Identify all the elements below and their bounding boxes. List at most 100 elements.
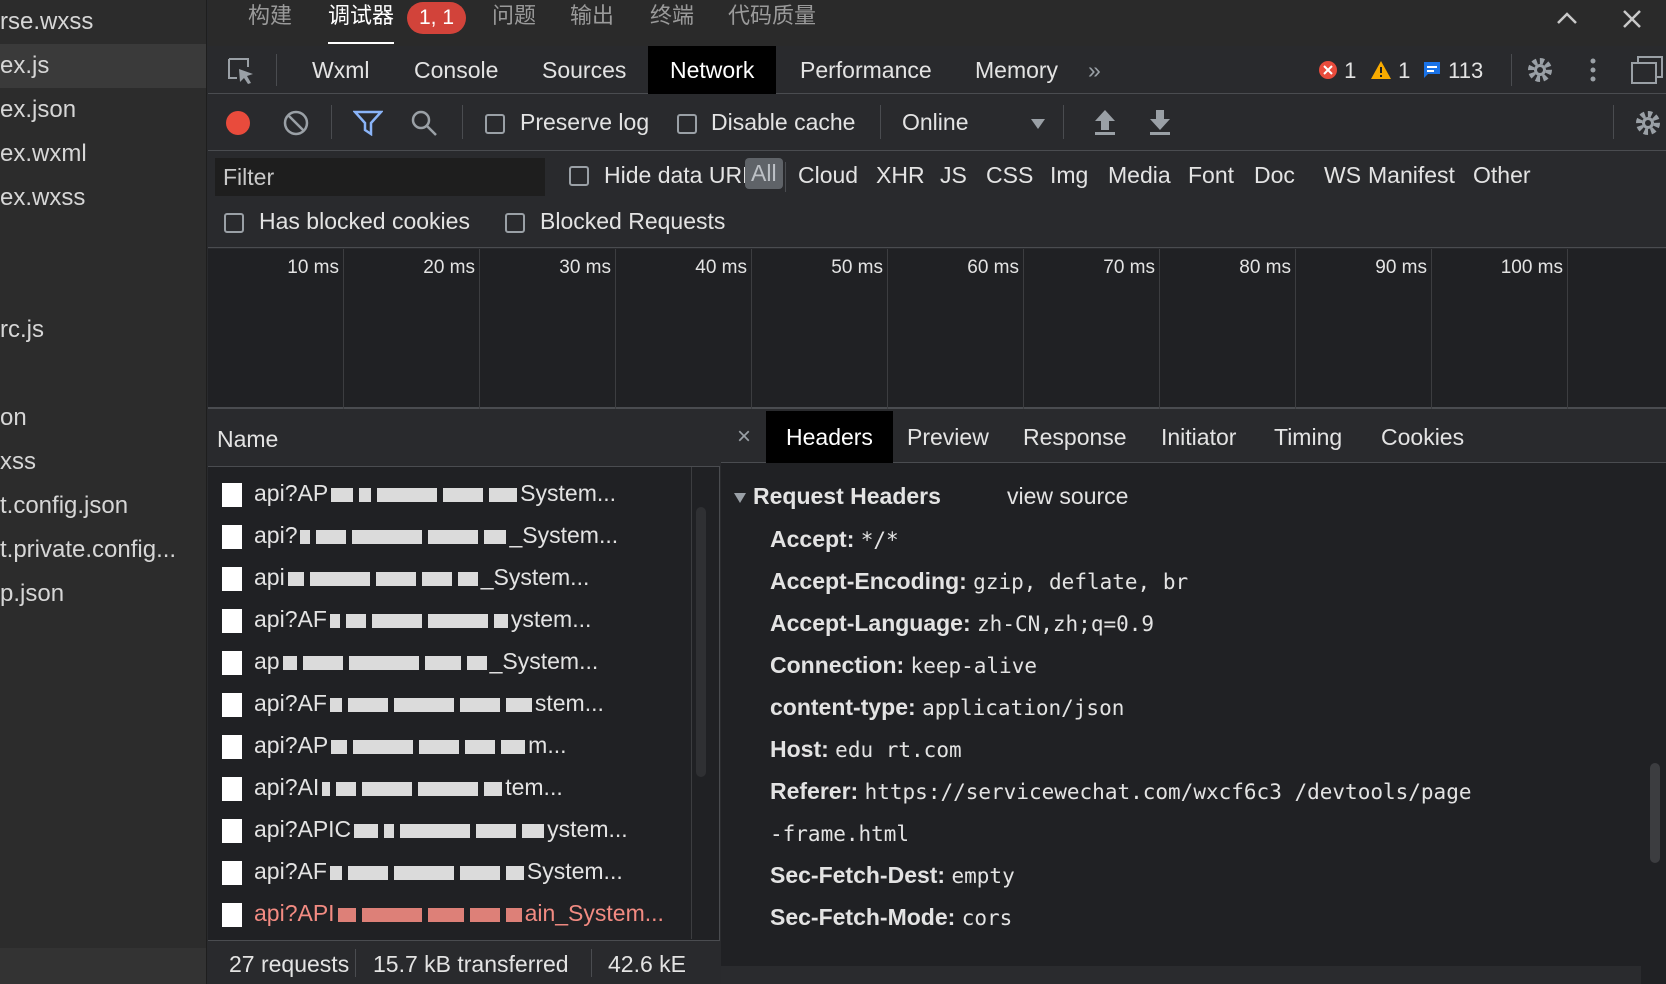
preserve-log-checkbox[interactable] (485, 114, 505, 134)
tab-network[interactable]: Network (648, 46, 777, 94)
warning-counter[interactable]: 1 (1370, 58, 1410, 84)
request-list-scrollbar[interactable] (691, 467, 713, 939)
tab-sources[interactable]: Sources (520, 46, 648, 94)
file-tree-item[interactable]: t.config.json (0, 484, 206, 528)
settings-gear-icon[interactable] (1524, 54, 1556, 91)
collapse-panel-icon[interactable] (1554, 6, 1580, 39)
file-tree-item[interactable]: rse.wxss (0, 0, 206, 44)
hide-data-urls-label[interactable]: Hide data URLs (604, 162, 766, 189)
has-blocked-cookies-checkbox[interactable] (224, 213, 244, 233)
tab-terminal[interactable]: 终端 (650, 0, 694, 46)
header-value[interactable]: gzip, deflate, br (973, 570, 1188, 594)
filter-type-cloud[interactable]: Cloud (798, 162, 858, 189)
tab-wxml[interactable]: Wxml (290, 46, 391, 94)
tab-console[interactable]: Console (392, 46, 520, 94)
tab-timing[interactable]: Timing (1254, 411, 1362, 463)
details-horizontal-scrollbar[interactable] (721, 966, 1641, 984)
file-tree-item[interactable]: on (0, 396, 206, 440)
file-tree-item[interactable]: t.private.config... (0, 528, 206, 572)
scrollbar-thumb[interactable] (1650, 763, 1660, 863)
request-row[interactable]: api _System... (208, 557, 688, 599)
filter-type-doc[interactable]: Doc (1254, 162, 1295, 189)
file-tree-item[interactable]: ex.json (0, 88, 206, 132)
blocked-requests-checkbox[interactable] (505, 213, 525, 233)
tab-preview[interactable]: Preview (887, 411, 1009, 463)
network-overview-timeline[interactable]: 10 ms 20 ms 30 ms 40 ms 50 ms 60 ms 70 ms 80 ms… (208, 249, 1666, 409)
file-tree-item[interactable]: xss (0, 440, 206, 484)
header-value[interactable]: application/json (922, 696, 1124, 720)
request-row[interactable]: api?API ain_System... (208, 893, 688, 935)
tab-headers[interactable]: Headers (766, 411, 893, 463)
file-tree-item[interactable]: ex.js (0, 44, 206, 88)
search-icon[interactable] (410, 109, 438, 142)
request-row[interactable]: api?APIC ystem... (208, 809, 688, 851)
filter-type-js[interactable]: JS (940, 162, 967, 189)
filter-type-all[interactable]: All (745, 158, 783, 189)
close-panel-icon[interactable] (1619, 6, 1645, 39)
header-value[interactable]: zh-CN,zh;q=0.9 (977, 612, 1154, 636)
message-counter[interactable]: 113 (1422, 58, 1483, 84)
filter-type-media[interactable]: Media (1108, 162, 1171, 189)
import-har-icon[interactable] (1093, 108, 1117, 141)
header-value[interactable]: edu rt.com (835, 738, 961, 762)
error-counter[interactable]: 1 (1318, 58, 1356, 84)
filter-type-ws[interactable]: WS (1324, 162, 1361, 189)
filter-type-font[interactable]: Font (1188, 162, 1234, 189)
details-scrollbar[interactable] (1646, 463, 1666, 984)
more-tabs-icon[interactable]: » (1066, 46, 1123, 94)
file-tree-item[interactable]: ex.wxss (0, 176, 206, 220)
request-row[interactable]: api?AI tem... (208, 767, 688, 809)
filter-type-other[interactable]: Other (1473, 162, 1531, 189)
request-row[interactable]: api? _System... (208, 515, 688, 557)
clear-icon[interactable] (283, 110, 309, 141)
filter-icon[interactable] (352, 110, 384, 141)
request-row[interactable]: api?AF stem... (208, 683, 688, 725)
throttling-select[interactable]: Online (902, 109, 968, 136)
header-value[interactable]: -frame.html (770, 822, 909, 846)
request-headers-title[interactable]: Request Headers (753, 483, 941, 510)
inspect-element-icon[interactable] (226, 56, 256, 91)
hide-data-urls-checkbox[interactable] (569, 166, 589, 186)
tab-code-quality[interactable]: 代码质量 (728, 0, 816, 46)
header-value[interactable]: keep-alive (911, 654, 1037, 678)
more-options-icon[interactable] (1588, 54, 1598, 91)
view-source-link[interactable]: view source (1007, 483, 1128, 510)
tab-build[interactable]: 构建 (248, 0, 292, 46)
disable-cache-label[interactable]: Disable cache (711, 109, 855, 136)
disable-cache-checkbox[interactable] (677, 114, 697, 134)
request-row[interactable]: api?AP System... (208, 473, 688, 515)
filter-type-css[interactable]: CSS (986, 162, 1033, 189)
chevron-down-icon[interactable] (1030, 117, 1046, 135)
blocked-requests-label[interactable]: Blocked Requests (540, 208, 725, 235)
header-value[interactable]: */* (861, 528, 899, 552)
request-row[interactable]: api?AF System... (208, 851, 688, 893)
header-value[interactable]: empty (952, 864, 1015, 888)
tab-memory[interactable]: Memory (953, 46, 1080, 94)
tab-performance[interactable]: Performance (778, 46, 954, 94)
triangle-down-icon[interactable] (733, 491, 747, 509)
name-column-header[interactable]: Name (208, 411, 720, 467)
has-blocked-cookies-label[interactable]: Has blocked cookies (259, 208, 470, 235)
tab-debugger[interactable]: 调试器 (328, 0, 395, 44)
undock-icon[interactable] (1630, 55, 1664, 90)
header-value[interactable]: https://servicewechat.com/wxcf6c3 /devto… (865, 780, 1472, 804)
tab-issues[interactable]: 问题 (492, 0, 536, 46)
filter-type-manifest[interactable]: Manifest (1368, 162, 1455, 189)
filter-input[interactable] (215, 158, 545, 196)
request-row[interactable]: api?AP m... (208, 725, 688, 767)
request-row[interactable]: ap _System... (208, 641, 688, 683)
filter-type-xhr[interactable]: XHR (876, 162, 925, 189)
network-settings-icon[interactable] (1632, 107, 1664, 144)
tab-response[interactable]: Response (1003, 411, 1147, 463)
close-details-icon[interactable]: × (737, 423, 751, 451)
preserve-log-label[interactable]: Preserve log (520, 109, 649, 136)
scrollbar-thumb[interactable] (696, 507, 706, 777)
tab-output[interactable]: 输出 (570, 0, 614, 46)
filter-type-img[interactable]: Img (1050, 162, 1088, 189)
tab-cookies[interactable]: Cookies (1361, 411, 1484, 463)
file-tree-item[interactable]: rc.js (0, 308, 206, 352)
file-tree-item[interactable]: ex.wxml (0, 132, 206, 176)
export-har-icon[interactable] (1148, 108, 1172, 141)
header-value[interactable]: cors (962, 906, 1013, 930)
tab-initiator[interactable]: Initiator (1141, 411, 1256, 463)
